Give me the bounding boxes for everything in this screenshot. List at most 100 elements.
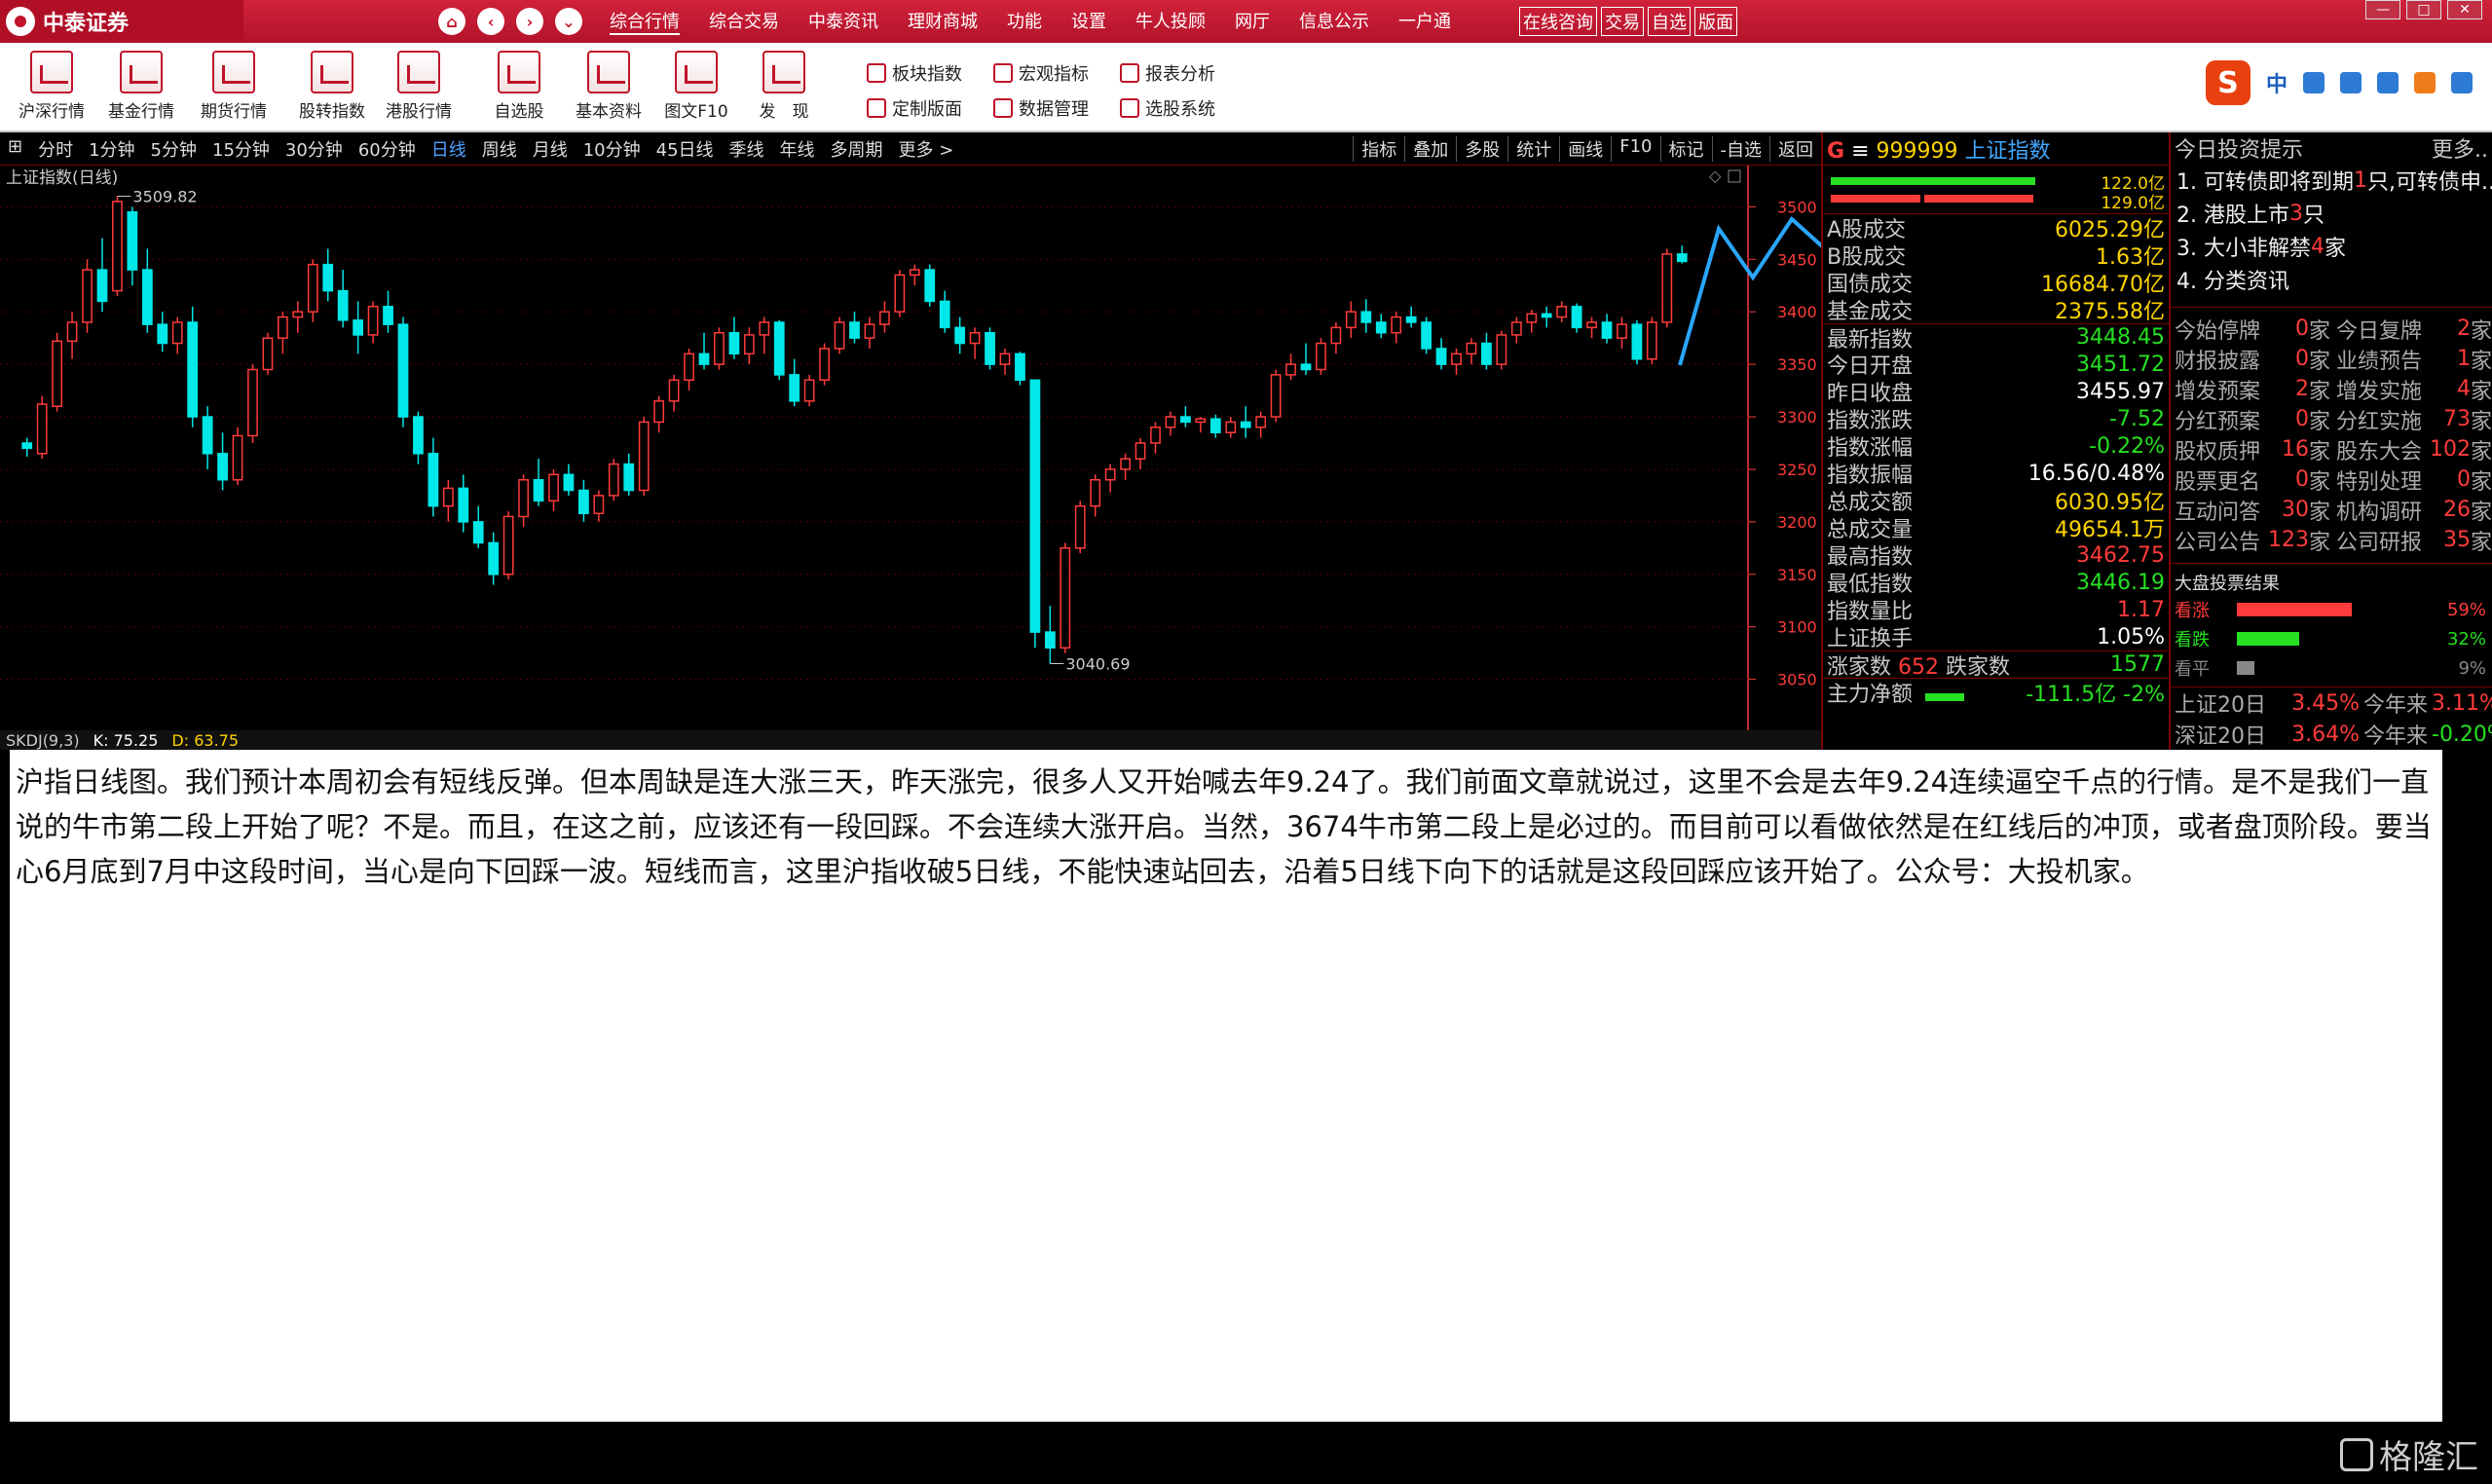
vote-row[interactable]: 看平 9% (2171, 653, 2492, 683)
chinese-input-icon[interactable]: 中 (2266, 67, 2287, 98)
chart-tool-3[interactable]: 统计 (1507, 135, 1559, 162)
period-tab-3[interactable]: 15分钟 (212, 136, 270, 162)
period-tab-6[interactable]: 日线 (431, 136, 466, 162)
period-tab-4[interactable]: 30分钟 (285, 136, 343, 162)
dropdown-icon[interactable]: ⌄ (555, 8, 582, 35)
tip-text: 4. 分类资讯 (2176, 270, 2289, 294)
chart-tool-1[interactable]: 叠加 (1404, 135, 1456, 162)
menu-item-7[interactable]: 网厅 (1235, 8, 1270, 35)
candle-body (171, 321, 183, 345)
event-row[interactable]: 增发预案 2 家增发实施 4 家 (2175, 374, 2492, 404)
menu-item-6[interactable]: 牛人投顾 (1135, 8, 1206, 35)
left-edge (0, 750, 10, 1422)
minimize-icon[interactable]: — (2365, 0, 2400, 19)
period-tab-14[interactable]: 更多 > (899, 136, 954, 162)
toolbar-label-4: 港股行情 (386, 102, 452, 122)
toolbar-small-4[interactable]: 数据管理 (993, 95, 1089, 121)
period-tab-7[interactable]: 周线 (482, 136, 517, 162)
toolbar-icon-3 (311, 51, 353, 93)
event-row[interactable]: 财报披露 0 家业绩预告 1 家 (2175, 344, 2492, 374)
toolbar-button-3[interactable]: 股转指数 (288, 51, 376, 122)
menu-item-5[interactable]: 设置 (1071, 8, 1106, 35)
maximize-icon[interactable]: □ (2406, 0, 2441, 19)
back-icon[interactable]: ‹ (477, 8, 504, 35)
annotation-arrow (1678, 215, 1877, 366)
vote-row[interactable]: 看跌 32% (2171, 624, 2492, 653)
period-tab-8[interactable]: 月线 (533, 136, 568, 162)
menu-item-8[interactable]: 信息公示 (1299, 8, 1369, 35)
chart-tool-6[interactable]: 标记 (1659, 135, 1712, 162)
toolbar-button-2[interactable]: 期货行情 (190, 51, 278, 122)
chart-tool-5[interactable]: F10 (1611, 135, 1659, 162)
chart-tool-7[interactable]: -自选 (1711, 135, 1770, 162)
menu-item-1[interactable]: 综合交易 (709, 8, 779, 35)
event-row[interactable]: 股权质押 16 家股东大会 102 家 (2175, 434, 2492, 464)
forward-icon[interactable]: › (516, 8, 543, 35)
sub-indicator-name[interactable]: SKDJ(9,3) (6, 731, 80, 750)
period-tab-13[interactable]: 多周期 (831, 136, 883, 162)
period-tab-0[interactable]: 分时 (38, 136, 73, 162)
menu-item-2[interactable]: 中泰资讯 (808, 8, 878, 35)
tip-item-0[interactable]: 1. 可转债即将到期 1 只,可转债申... (2171, 164, 2492, 197)
tip-item-1[interactable]: 2. 港股上市 3 只 (2171, 197, 2492, 230)
vote-row[interactable]: 看涨 59% (2171, 595, 2492, 624)
event-row[interactable]: 分红预案 0 家分红实施 73 家 (2175, 404, 2492, 434)
quick-button-3[interactable]: 版面 (1694, 7, 1737, 36)
kline-chart[interactable]: 3500 3450 3400 3350 3300 3250 3200 3150 3100 3050… (0, 166, 1877, 730)
toolbar-button-1[interactable]: 基金行情 (97, 51, 185, 122)
chart-tool-2[interactable]: 多股 (1456, 135, 1507, 162)
tips-more-link[interactable]: 更多.. (2432, 132, 2488, 164)
period-tab-1[interactable]: 1分钟 (89, 136, 134, 162)
volume-bars: 122.0亿 129.0亿 (1823, 166, 2169, 214)
menu-item-4[interactable]: 功能 (1007, 8, 1042, 35)
toolbar-button-8[interactable]: 发 现 (740, 51, 828, 122)
toolbar-small-1[interactable]: 宏观指标 (993, 60, 1089, 86)
period-tab-12[interactable]: 年线 (780, 136, 815, 162)
mic-icon[interactable] (2340, 72, 2362, 93)
toolbar-button-4[interactable]: 港股行情 (375, 51, 463, 122)
y-tick-label: 3150 (1777, 566, 1817, 584)
event-row[interactable]: 股票更名 0 家特别处理 0 家 (2175, 464, 2492, 495)
toolbar-button-7[interactable]: 图文F10 (652, 51, 740, 122)
toolbar-button-6[interactable]: 基本资料 (565, 51, 652, 122)
chart-tool-0[interactable]: 指标 (1353, 135, 1404, 162)
toolbar-small-2[interactable]: 报表分析 (1120, 60, 1215, 86)
period-tab-5[interactable]: 60分钟 (358, 136, 416, 162)
chart-tool-4[interactable]: 画线 (1559, 135, 1611, 162)
menu-icon[interactable]: ≡ (1851, 139, 1869, 164)
menu-item-3[interactable]: 理财商城 (908, 8, 978, 35)
quote-row: 指数涨幅 -0.22% (1823, 432, 2169, 462)
toolbar-small-label-2: 报表分析 (1145, 64, 1215, 85)
skin-icon[interactable] (2414, 72, 2436, 93)
period-toggle-icon[interactable]: ⊞ (8, 136, 22, 162)
toolbar-small-5[interactable]: 选股系统 (1120, 95, 1215, 121)
punct-icon[interactable] (2303, 72, 2325, 93)
tip-item-2[interactable]: 3. 大小非解禁 4 家 (2171, 230, 2492, 263)
grid-icon[interactable] (2451, 72, 2473, 93)
candle-body (879, 311, 890, 325)
period-tab-9[interactable]: 10分钟 (583, 136, 641, 162)
toolbar-button-5[interactable]: 自选股 (475, 51, 563, 122)
event-row[interactable]: 公司公告 123 家公司研报 35 家 (2175, 525, 2492, 555)
period-tab-10[interactable]: 45日线 (656, 136, 714, 162)
menu-item-9[interactable]: 一户通 (1398, 8, 1451, 35)
event-row[interactable]: 互动问答 30 家机构调研 26 家 (2175, 495, 2492, 525)
toolbar-small-3[interactable]: 定制版面 (867, 95, 962, 121)
quick-button-2[interactable]: 自选 (1648, 7, 1691, 36)
event-row[interactable]: 今始停牌 0 家今日复牌 2 家 (2175, 314, 2492, 344)
tip-item-3[interactable]: 4. 分类资讯 (2171, 263, 2492, 296)
toolbar-small-0[interactable]: 板块指数 (867, 60, 962, 86)
menu-item-0[interactable]: 综合行情 (610, 8, 680, 35)
quick-button-1[interactable]: 交易 (1601, 7, 1644, 36)
quote-value: 3451.72 (2076, 352, 2165, 377)
keyboard-icon[interactable] (2377, 72, 2399, 93)
toolbar-button-0[interactable]: 沪深行情 (8, 51, 95, 122)
chart-tool-8[interactable]: 返回 (1769, 135, 1821, 162)
close-icon[interactable]: ✕ (2447, 0, 2482, 19)
home-icon[interactable]: ⌂ (438, 8, 465, 35)
period-tab-11[interactable]: 季线 (729, 136, 764, 162)
quick-button-0[interactable]: 在线咨询 (1519, 7, 1597, 36)
sogou-icon[interactable]: S (2205, 60, 2250, 105)
kline-svg[interactable]: 3500 3450 3400 3350 3300 3250 3200 3150 3100 3050… (0, 166, 1877, 730)
period-tab-2[interactable]: 5分钟 (151, 136, 197, 162)
